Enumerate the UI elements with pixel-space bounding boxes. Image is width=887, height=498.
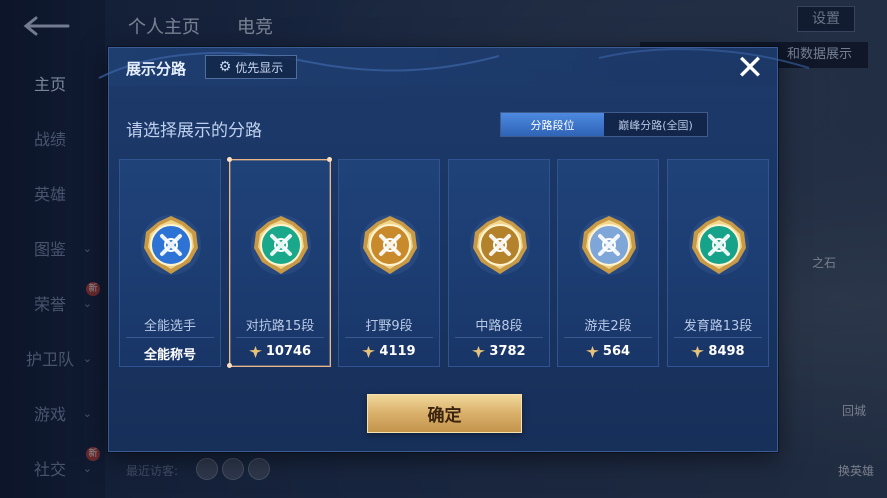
rank-points-icon <box>472 345 486 358</box>
lane-card[interactable]: 发育路13段 8498 <box>667 159 769 367</box>
rank-points-icon <box>362 345 376 358</box>
gear-icon: ⚙ <box>218 59 232 75</box>
rank-points-icon <box>248 345 262 358</box>
lane-card-name: 游走2段 <box>584 319 632 334</box>
lane-card[interactable]: 全能选手 全能称号 <box>119 159 221 367</box>
lane-card-score: 全能称号 <box>120 344 220 363</box>
card-divider <box>564 337 652 338</box>
farm-lane-emblem-icon <box>689 215 749 275</box>
priority-display-button[interactable]: ⚙ 优先显示 <box>205 55 297 79</box>
lane-card-score-value: 3782 <box>489 344 526 359</box>
card-divider <box>455 337 543 338</box>
segment-peak-lane-national[interactable]: 巅峰分路(全国) <box>604 113 707 136</box>
roam-emblem-icon <box>579 215 639 275</box>
lane-card[interactable]: 游走2段 564 <box>557 159 659 367</box>
clash-lane-emblem-icon <box>251 215 311 275</box>
close-icon[interactable]: ✕ <box>733 51 767 87</box>
rank-points-icon <box>585 345 599 358</box>
lane-card-name: 发育路13段 <box>683 319 753 334</box>
lane-card-name: 中路8段 <box>475 319 523 334</box>
lane-card-score-value: 8498 <box>708 344 745 359</box>
lane-display-dialog: 展示分路 ⚙ 优先显示 ✕ 请选择展示的分路 分路段位 巅峰分路(全国) 全能选… <box>98 47 810 452</box>
dialog-title: 展示分路 <box>126 60 187 78</box>
lane-card-score-value: 564 <box>602 344 631 359</box>
jungle-emblem-icon <box>360 215 420 275</box>
segment-lane-rank[interactable]: 分路段位 <box>501 113 604 136</box>
card-divider <box>674 337 762 338</box>
dialog-subtitle: 请选择展示的分路 <box>126 121 262 141</box>
card-divider <box>236 337 324 338</box>
lane-card-score-value: 全能称号 <box>143 348 196 363</box>
lane-card-score: 8498 <box>668 344 768 359</box>
lane-card-score: 564 <box>558 344 658 359</box>
lane-card-score-value: 10746 <box>265 344 312 359</box>
lane-card[interactable]: 对抗路15段 10746 <box>227 157 332 368</box>
lane-card[interactable]: 中路8段 3782 <box>448 159 550 367</box>
lane-card-score: 3782 <box>449 344 549 359</box>
lane-card-score-value: 4119 <box>379 344 416 359</box>
lane-card-name: 全能选手 <box>143 319 196 334</box>
card-divider <box>126 337 214 338</box>
card-divider <box>345 337 433 338</box>
selection-corner-dot <box>227 363 232 368</box>
selection-corner-dot <box>227 157 232 162</box>
confirm-button[interactable]: 确定 <box>367 394 522 433</box>
priority-display-label: 优先显示 <box>235 60 284 75</box>
mid-lane-emblem-icon <box>470 215 530 275</box>
lane-card[interactable]: 打野9段 4119 <box>338 159 440 367</box>
view-segment-control: 分路段位 巅峰分路(全国) <box>500 112 708 137</box>
allround-emblem-icon <box>141 215 201 275</box>
lane-card-name: 打野9段 <box>365 319 413 334</box>
lane-card-score: 10746 <box>230 344 330 359</box>
rank-points-icon <box>691 345 705 358</box>
selection-corner-dot <box>327 157 332 162</box>
lane-card-name: 对抗路15段 <box>245 319 315 334</box>
lane-card-score: 4119 <box>339 344 439 359</box>
